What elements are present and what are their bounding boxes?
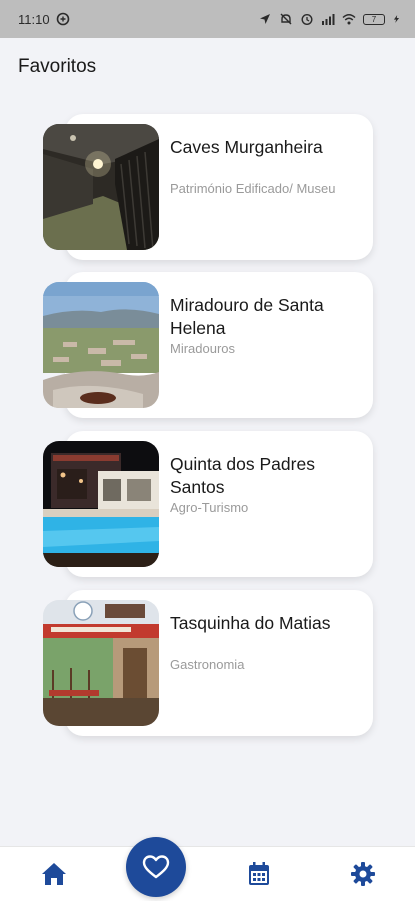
battery-icon: 7 bbox=[363, 13, 385, 25]
bottom-navigation bbox=[0, 846, 415, 901]
location-icon bbox=[260, 14, 270, 24]
card-category: Gastronomia bbox=[170, 657, 245, 672]
favorite-card[interactable]: Quinta dos Padres Santos Agro-Turismo bbox=[43, 431, 373, 577]
card-title: Tasquinha do Matias bbox=[170, 613, 331, 633]
nav-calendar[interactable] bbox=[242, 857, 276, 891]
favorite-card[interactable]: Miradouro de Santa Helena Miradouros bbox=[43, 272, 373, 418]
card-category: Património Edificado/ Museu bbox=[170, 181, 336, 196]
nav-home[interactable] bbox=[37, 857, 71, 891]
home-icon bbox=[42, 863, 66, 885]
card-category: Agro-Turismo bbox=[170, 500, 249, 515]
card-title: Caves Murganheira bbox=[170, 137, 323, 157]
nav-favorites[interactable] bbox=[126, 837, 186, 897]
mute-icon bbox=[280, 13, 292, 25]
restaurant-terrace-photo bbox=[43, 600, 159, 726]
gear-icon bbox=[351, 862, 375, 886]
heart-icon bbox=[142, 855, 170, 879]
card-title: Quinta dos Padres Santos bbox=[170, 454, 315, 497]
page-title: Favoritos bbox=[18, 56, 97, 77]
status-bar: 11:10 7 bbox=[0, 0, 415, 38]
favorite-card[interactable]: Tasquinha do Matias Gastronomia bbox=[43, 590, 373, 736]
wifi-icon bbox=[342, 14, 356, 25]
alarm-icon bbox=[301, 13, 313, 26]
battery-level: 7 bbox=[371, 14, 377, 24]
nav-settings[interactable] bbox=[346, 857, 380, 891]
status-time: 11:10 bbox=[18, 11, 50, 27]
signal-icon bbox=[322, 14, 335, 25]
charging-icon bbox=[393, 15, 400, 23]
cave-cellar-photo bbox=[43, 124, 159, 250]
favorite-card[interactable]: Caves Murganheira Património Edificado/ … bbox=[43, 114, 373, 260]
vpn-icon bbox=[56, 12, 69, 26]
mountain-viewpoint-photo bbox=[43, 282, 159, 408]
card-category: Miradouros bbox=[170, 341, 236, 356]
card-title: Miradouro de Santa Helena bbox=[170, 295, 324, 338]
calendar-icon bbox=[249, 862, 269, 885]
night-pool-photo bbox=[43, 441, 159, 567]
